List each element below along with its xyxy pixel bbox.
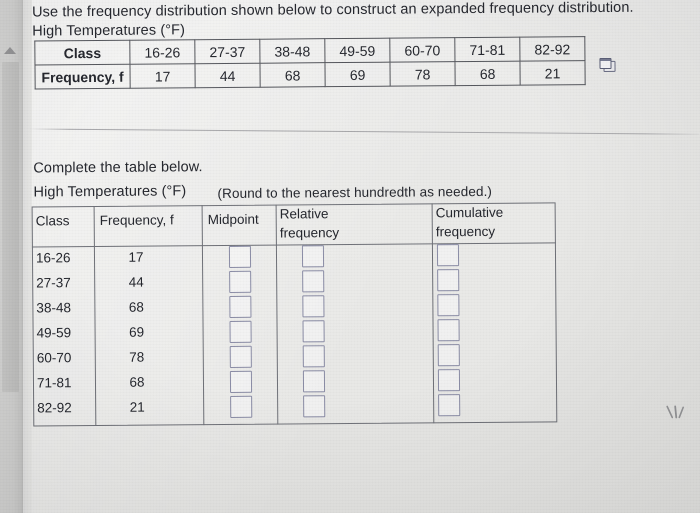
copy-icon-front-sheet [599, 57, 612, 70]
answer-header-relative-frequency-line2: frequency [279, 225, 340, 241]
cumulative-frequency-input-4[interactable] [437, 344, 460, 367]
header-frequency: Frequency, f [34, 64, 131, 89]
midpoint-input-2[interactable] [229, 295, 252, 318]
row-frequency-2: 68 [128, 299, 144, 315]
midpoint-input-1[interactable] [229, 270, 252, 293]
header-class: Class [34, 40, 130, 65]
table-row-frequency: Frequency, f 17 44 68 69 78 68 21 [34, 60, 586, 89]
relative-frequency-input-3[interactable] [302, 320, 325, 343]
row-class-1: 27-37 [36, 275, 71, 291]
answer-header-cumulative-frequency-line2: frequency [435, 223, 496, 240]
cumulative-frequency-input-0[interactable] [436, 244, 460, 267]
relative-frequency-input-0[interactable] [301, 245, 325, 268]
cumulative-frequency-input-5[interactable] [437, 369, 461, 392]
answer-header-midpoint: Midpoint [207, 211, 259, 228]
cumulative-frequency-input-2[interactable] [437, 294, 460, 317]
relative-frequency-input-2[interactable] [302, 295, 325, 318]
relative-frequency-input-1[interactable] [302, 270, 325, 293]
freq-table-title: High Temperatures (°F) [32, 22, 186, 40]
frequency-value-0: 17 [129, 63, 196, 89]
copy-icon[interactable] [599, 57, 616, 73]
cumulative-frequency-input-6[interactable] [438, 394, 461, 417]
cumulative-frequency-input-3[interactable] [437, 319, 460, 342]
frequency-value-2: 68 [259, 62, 326, 88]
midpoint-input-4[interactable] [229, 345, 252, 368]
class-bin-2: 38-48 [259, 38, 325, 64]
frequency-value-6: 21 [519, 60, 586, 86]
row-frequency-1: 44 [128, 274, 144, 290]
row-frequency-3: 69 [129, 324, 145, 340]
midpoint-input-0[interactable] [228, 245, 252, 268]
relative-frequency-input-5[interactable] [302, 370, 326, 393]
relative-frequency-input-6[interactable] [303, 395, 326, 418]
answer-header-relative-frequency-line1: Relative [279, 206, 329, 222]
answer-header-class: Class [35, 213, 70, 229]
relative-frequency-input-4[interactable] [302, 345, 325, 368]
midpoint-input-3[interactable] [229, 320, 252, 343]
worksheet-content: Use the frequency distribution shown bel… [0, 0, 700, 513]
answer-table: Class Frequency, f Midpoint Relative fre… [31, 202, 558, 427]
answer-header-frequency: Frequency, f [99, 212, 174, 228]
class-bin-0: 16-26 [129, 39, 195, 65]
complete-table-instruction: Complete the table below. [33, 159, 203, 177]
frequency-value-1: 44 [194, 63, 261, 88]
question-prompt: Use the frequency distribution shown bel… [32, 0, 634, 21]
row-class-3: 49-59 [36, 325, 72, 341]
row-frequency-0: 17 [128, 249, 144, 265]
class-bin-5: 71-81 [454, 37, 520, 62]
row-frequency-6: 21 [129, 399, 145, 415]
frequency-value-4: 78 [389, 61, 456, 87]
answer-header-cumulative-frequency-line1: Cumulative [435, 204, 504, 221]
frequency-value-5: 68 [454, 61, 521, 86]
pencil-mark [666, 405, 684, 419]
frequency-value-3: 69 [324, 62, 391, 87]
class-bin-4: 60-70 [389, 37, 455, 63]
class-bin-6: 82-92 [519, 36, 585, 62]
row-frequency-5: 68 [129, 374, 145, 390]
rounding-note: (Round to the nearest hundredth as neede… [217, 183, 493, 202]
midpoint-input-5[interactable] [229, 370, 253, 393]
row-class-2: 38-48 [36, 300, 71, 316]
row-class-0: 16-26 [35, 250, 71, 266]
row-frequency-4: 78 [129, 349, 145, 365]
class-bin-3: 49-59 [324, 38, 390, 63]
row-class-5: 71-81 [36, 375, 72, 391]
row-class-4: 60-70 [36, 350, 72, 366]
answer-table-title: High Temperatures (°F) [33, 183, 187, 201]
cumulative-frequency-input-1[interactable] [437, 269, 460, 292]
class-bin-1: 27-37 [194, 39, 260, 64]
row-class-6: 82-92 [37, 400, 72, 416]
frequency-distribution-table: Class 16-26 27-37 38-48 49-59 60-70 71-8… [34, 36, 586, 89]
section-divider [28, 128, 699, 135]
midpoint-input-6[interactable] [230, 395, 253, 418]
photographed-screen: Use the frequency distribution shown bel… [0, 0, 700, 513]
